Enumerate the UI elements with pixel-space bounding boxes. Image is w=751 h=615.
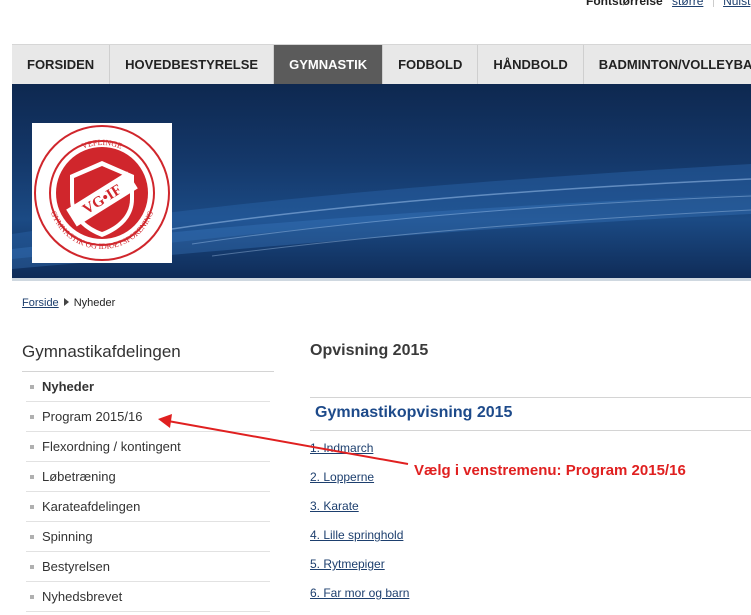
annotation-arrow — [158, 414, 409, 465]
annotation-note: Vælg i venstremenu: Program 2015/16 — [414, 462, 686, 479]
